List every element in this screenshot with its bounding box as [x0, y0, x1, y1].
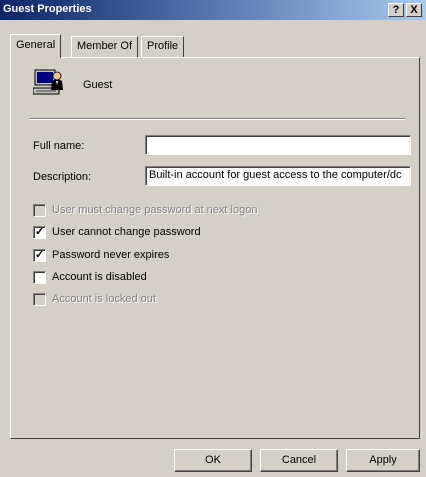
description-label: Description:: [33, 171, 92, 183]
must-change-password-checkbox: User must change password at next logon: [33, 202, 257, 218]
checkmark-icon: ✓: [35, 225, 45, 238]
general-tab-panel: Guest Full name: Description: Built-in a…: [10, 57, 420, 439]
help-button[interactable]: ?: [388, 3, 404, 17]
close-button[interactable]: X: [406, 3, 422, 17]
window-title: Guest Properties: [3, 3, 92, 15]
description-input[interactable]: Built-in account for guest access to the…: [145, 166, 411, 186]
tab-general[interactable]: General: [10, 34, 62, 58]
apply-button[interactable]: Apply: [346, 449, 420, 472]
title-bar[interactable]: Guest Properties ? X: [0, 0, 426, 20]
tab-member-of[interactable]: Member Of: [71, 36, 139, 57]
account-name: Guest: [83, 79, 113, 91]
divider: [29, 118, 405, 120]
checkbox-label: User must change password at next logon: [52, 204, 258, 216]
account-disabled-checkbox[interactable]: Account is disabled: [33, 269, 147, 285]
checkbox-box[interactable]: ✓: [33, 248, 46, 262]
checkbox-box: [33, 203, 46, 217]
checkbox-box[interactable]: [33, 270, 46, 284]
account-locked-out-checkbox: Account is locked out: [33, 291, 156, 307]
password-never-expires-checkbox[interactable]: ✓ Password never expires: [33, 247, 169, 263]
ok-button[interactable]: OK: [174, 449, 252, 472]
checkbox-box: [33, 292, 46, 306]
checkmark-icon: ✓: [35, 248, 45, 261]
full-name-input[interactable]: [145, 135, 411, 155]
tab-profile[interactable]: Profile: [141, 36, 185, 57]
properties-dialog: Guest Properties ? X General Member Of P…: [0, 0, 426, 477]
cancel-button[interactable]: Cancel: [260, 449, 338, 472]
checkbox-label: Password never expires: [52, 249, 170, 261]
user-account-icon: [32, 68, 67, 98]
cannot-change-password-checkbox[interactable]: ✓ User cannot change password: [33, 224, 201, 240]
checkbox-label: Account is locked out: [52, 293, 156, 305]
checkbox-label: User cannot change password: [52, 226, 201, 238]
full-name-label: Full name:: [33, 140, 85, 152]
checkbox-label: Account is disabled: [52, 271, 147, 283]
checkbox-box[interactable]: ✓: [33, 225, 46, 239]
